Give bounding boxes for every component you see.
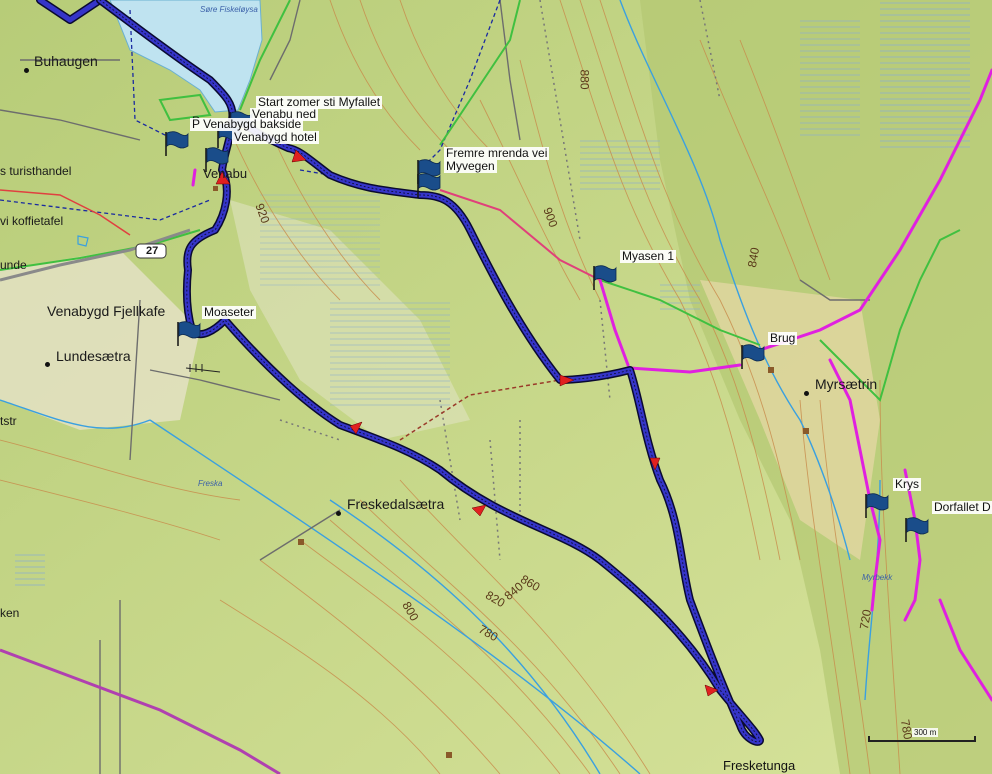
- contour-880: 880: [577, 69, 592, 90]
- marsh-1: [880, 0, 970, 150]
- label-ken: ken: [0, 606, 20, 620]
- label-tstr: tstr: [0, 414, 17, 428]
- marsh-2: [800, 20, 860, 140]
- wp-krys[interactable]: Krys: [893, 478, 921, 491]
- scale-bar-label: 300 m: [912, 728, 939, 737]
- wp-dorfallet[interactable]: Dorfallet D: [932, 501, 992, 514]
- label-myrsaetrin: Myrsætrin: [815, 376, 878, 392]
- label-venabu: Venabu: [203, 166, 248, 181]
- dot-lundesaetra: [45, 362, 50, 367]
- wp-venabygd-hotel[interactable]: Venabygd hotel: [232, 131, 319, 144]
- marsh-4: [330, 300, 450, 410]
- label-freska: Freska: [198, 479, 223, 488]
- marsh-5: [260, 190, 380, 290]
- dot-buhaugen: [24, 68, 29, 73]
- road-shield-27-label: 27: [146, 245, 159, 257]
- label-freskedalsaetra: Freskedalsætra: [347, 496, 445, 512]
- wp-moaseter[interactable]: Moaseter: [202, 306, 257, 319]
- label-turisthandel: s turisthandel: [0, 164, 72, 178]
- wp-brug[interactable]: Brug: [768, 332, 798, 345]
- label-lundesaetra: Lundesætra: [56, 348, 131, 364]
- label-venabygd-fjellkafe: Venabygd Fjellkafe: [47, 303, 166, 319]
- label-koffietafel: vi koffietafel: [0, 214, 64, 228]
- label-myrbekk: Myrbekk: [862, 573, 893, 582]
- marsh-3: [580, 140, 660, 190]
- dot-myrsaetrin: [804, 391, 809, 396]
- dot-freskedalsaetra: [336, 511, 341, 516]
- map-viewport[interactable]: Buhaugen s turisthandel vi koffietafel u…: [0, 0, 992, 774]
- marsh-7: [660, 280, 700, 310]
- wp-myasen[interactable]: Myasen 1: [620, 250, 677, 263]
- wp-myvegen[interactable]: Myvegen: [444, 160, 497, 173]
- marsh-6: [15, 550, 45, 590]
- label-sore-fiskeloysa: Søre Fiskeløysa: [200, 5, 258, 14]
- label-unde: unde: [0, 258, 27, 272]
- scale-bar: 300 m: [868, 728, 978, 744]
- label-fresketunga: Fresketunga: [723, 758, 796, 773]
- label-buhaugen: Buhaugen: [34, 53, 98, 69]
